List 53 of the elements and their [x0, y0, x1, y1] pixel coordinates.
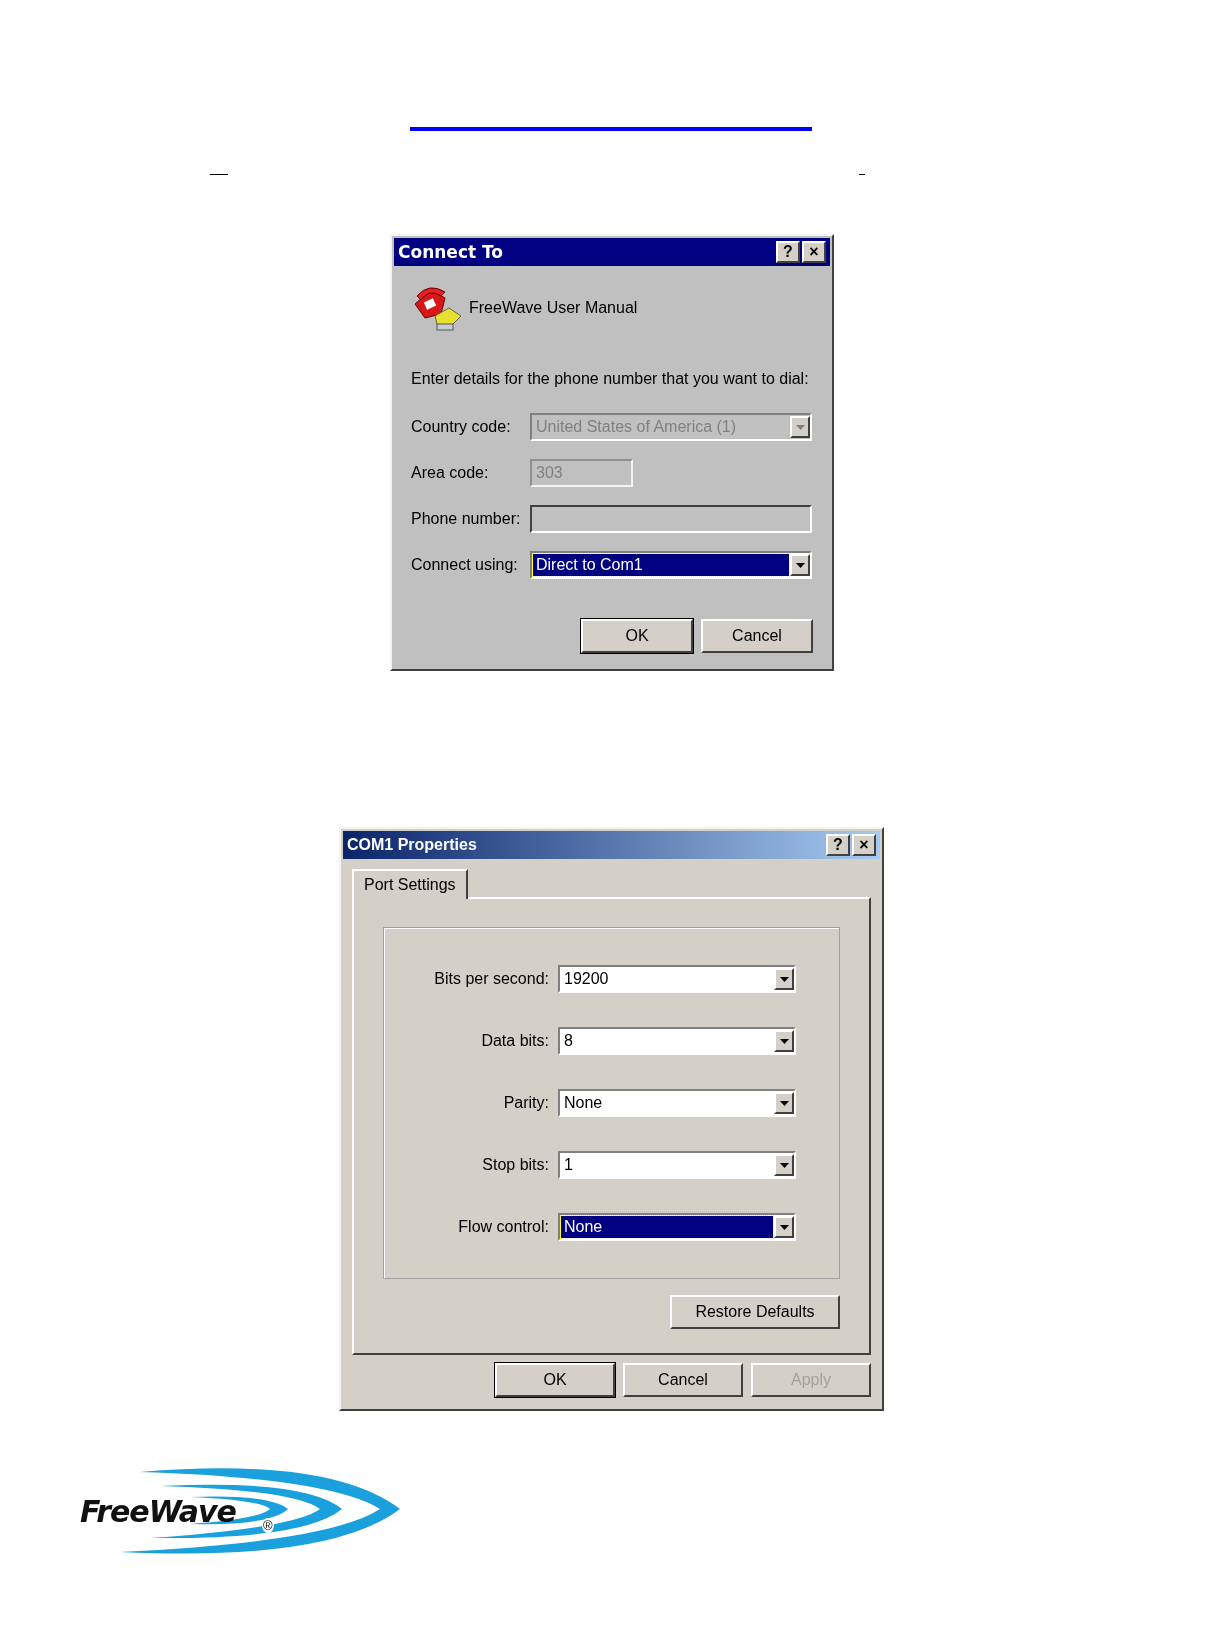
dropdown-value: 8: [563, 1031, 574, 1051]
restore-defaults-button[interactable]: Restore Defaults: [670, 1295, 840, 1329]
dropdown-value: 1: [563, 1155, 574, 1175]
dropdown-button[interactable]: [774, 1030, 794, 1052]
dropdown-field[interactable]: 19200: [558, 965, 796, 993]
dropdown-button[interactable]: [774, 968, 794, 990]
dialog-button[interactable]: OK: [581, 619, 693, 653]
dropdown-button[interactable]: [774, 1092, 794, 1114]
field-label: Stop bits:: [481, 1156, 550, 1174]
help-button[interactable]: ?: [776, 241, 800, 263]
dropdown-field[interactable]: Direct to Com1: [530, 551, 812, 579]
close-button[interactable]: ×: [802, 241, 826, 263]
field-label: Flow control:: [457, 1218, 550, 1236]
field-label: Area code:: [411, 464, 490, 482]
dialog-button[interactable]: Cancel: [623, 1363, 743, 1397]
caret-down-icon: [795, 424, 805, 430]
input-value: 303: [535, 463, 564, 483]
dropdown-field[interactable]: None: [558, 1213, 796, 1241]
dropdown-value: 19200: [563, 969, 610, 989]
dropdown-button[interactable]: [774, 1216, 794, 1238]
dropdown-field[interactable]: 8: [558, 1027, 796, 1055]
prompt-text: Enter details for the phone number that you want to dial:: [411, 370, 810, 388]
tab[interactable]: Port Settings: [352, 869, 468, 899]
caret-down-icon: [795, 562, 805, 568]
dropdown-field[interactable]: 1: [558, 1151, 796, 1179]
connection-name: FreeWave User Manual: [469, 299, 638, 317]
help-button[interactable]: ?: [826, 834, 850, 856]
caret-down-icon: [779, 1038, 789, 1044]
dropdown-value: None: [561, 1216, 773, 1238]
dropdown-value: None: [563, 1093, 604, 1113]
input-field[interactable]: [530, 505, 812, 533]
field-label: Phone number:: [411, 510, 522, 528]
field-label: Country code:: [411, 418, 512, 436]
caret-down-icon: [779, 1224, 789, 1230]
field-label: Connect using:: [411, 556, 519, 574]
registered-mark: ®: [262, 1518, 274, 1533]
dropdown-value: Direct to Com1: [533, 554, 789, 576]
dialog-button[interactable]: Cancel: [701, 619, 813, 653]
dropdown-value: United States of America (1): [535, 417, 738, 437]
dropdown-field[interactable]: None: [558, 1089, 796, 1117]
logo-wordmark: FreeWave: [80, 1494, 236, 1529]
caret-down-icon: [779, 1100, 789, 1106]
field-label: Parity:: [502, 1094, 550, 1112]
field-label: Bits per second:: [433, 970, 550, 988]
window-title: COM1 Properties: [347, 836, 477, 854]
caret-down-icon: [779, 1162, 789, 1168]
window-title: Connect To: [398, 242, 504, 262]
dialog-button[interactable]: OK: [495, 1363, 615, 1397]
dropdown-button[interactable]: [790, 554, 810, 576]
dropdown-button[interactable]: [774, 1154, 794, 1176]
caret-down-icon: [779, 976, 789, 982]
field-label: Data bits:: [480, 1032, 550, 1050]
close-button[interactable]: ×: [852, 834, 876, 856]
